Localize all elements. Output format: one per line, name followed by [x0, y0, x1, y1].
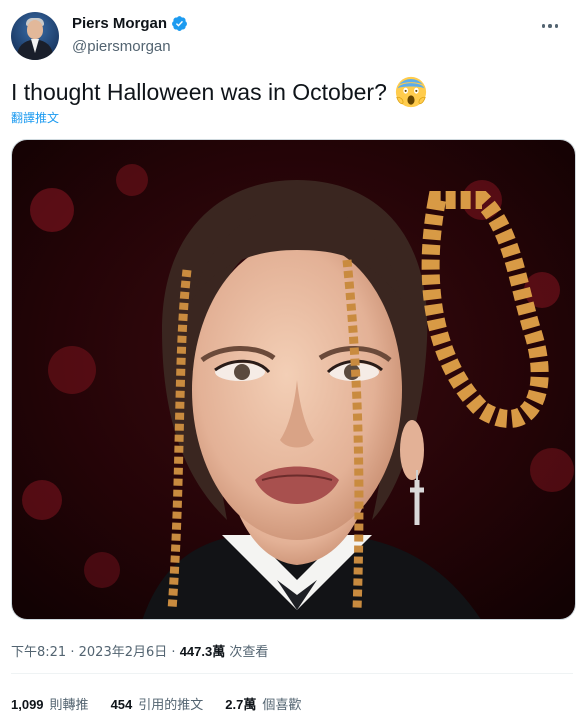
views-count: 447.3萬 [179, 644, 226, 659]
avatar[interactable] [11, 12, 59, 60]
more-dot [541, 24, 546, 28]
tweet-time[interactable]: 下午8:21 [11, 645, 66, 660]
verified-badge-icon[interactable] [171, 15, 188, 32]
likes-count: 2.7萬 [225, 697, 257, 712]
more-dot [554, 24, 559, 28]
tweet-meta: 下午8:21 · 2023年2月6日 · 447.3萬 次查看 [11, 641, 268, 660]
tweet-photo[interactable] [11, 139, 576, 620]
author-handle[interactable]: @piersmorgan [72, 38, 171, 55]
retweets-stat[interactable]: 1,099 則轉推 [11, 694, 89, 713]
quotes-stat[interactable]: 454 引用的推文 [111, 694, 204, 713]
author-name-row: Piers Morgan [72, 15, 188, 32]
meta-separator: · [171, 645, 176, 660]
translate-tweet-link[interactable]: 翻譯推文 [11, 109, 59, 126]
tweet-text: I thought Halloween was in October? [11, 78, 387, 105]
meta-separator: · [70, 645, 75, 660]
divider [11, 673, 573, 674]
likes-label: 個喜歡 [262, 698, 302, 713]
retweets-count: 1,099 [11, 697, 44, 712]
more-options-icon[interactable] [538, 14, 562, 38]
tweet-date[interactable]: 2023年2月6日 [79, 645, 168, 660]
tweet-card: Piers Morgan @piersmorgan I thought Hall… [0, 0, 584, 721]
avatar-face [27, 20, 43, 39]
tweet-text-row: I thought Halloween was in October? [11, 76, 427, 108]
quotes-count: 454 [110, 697, 133, 712]
more-dot [548, 24, 552, 28]
quotes-label: 引用的推文 [138, 698, 204, 713]
engagement-stats: 1,099 則轉推 454 引用的推文 2.7萬 個喜歡 [11, 694, 323, 713]
retweets-label: 則轉推 [49, 698, 89, 713]
views-label: 次查看 [229, 645, 269, 660]
author-name[interactable]: Piers Morgan [72, 15, 167, 32]
screaming-face-emoji-icon [395, 76, 427, 108]
likes-stat[interactable]: 2.7萬 個喜歡 [225, 694, 301, 713]
photo-image [12, 140, 575, 619]
